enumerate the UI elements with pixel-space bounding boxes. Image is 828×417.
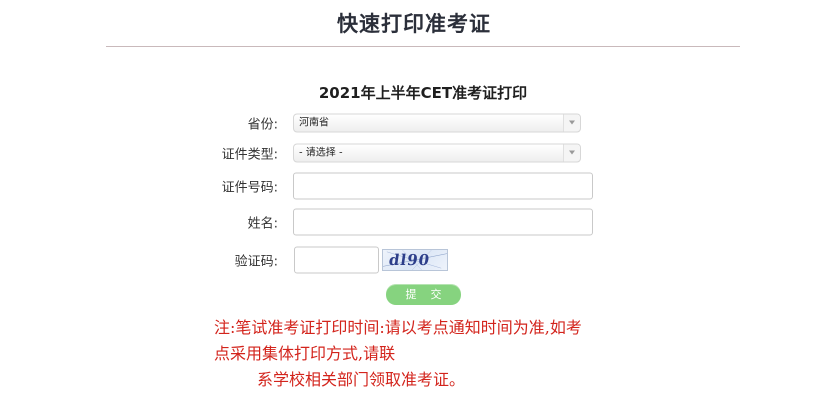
page-title: 快速打印准考证: [337, 12, 491, 36]
name-row: 姓名:: [0, 207, 828, 237]
title-divider: [106, 46, 740, 47]
notice-text: 注:笔试准考证打印时间:请以考点通知时间为准,如考 点采用集体打印方式,请联 系…: [214, 315, 684, 393]
id-number-input[interactable]: [293, 172, 593, 200]
id-number-label: 证件号码:: [221, 180, 278, 196]
form-title: 2021年上半年CET准考证打印: [318, 84, 528, 102]
name-label: 姓名:: [247, 216, 278, 232]
captcha-label: 验证码:: [234, 254, 278, 270]
submit-button[interactable]: 提交: [386, 284, 461, 305]
id-type-label: 证件类型:: [221, 147, 278, 163]
notice-line-3: 系学校相关部门领取准考证。: [257, 370, 466, 389]
province-select[interactable]: 河南省: [293, 113, 581, 133]
province-select-value: 河南省: [299, 117, 329, 129]
chevron-down-icon: [563, 144, 580, 162]
province-row: 省份: 河南省: [0, 108, 828, 138]
province-label: 省份:: [247, 117, 278, 133]
chevron-down-icon: [563, 114, 580, 132]
notice-line-1: 注:笔试准考证打印时间:请以考点通知时间为准,如考: [214, 318, 582, 337]
id-number-row: 证件号码:: [0, 171, 828, 201]
id-type-select-value: - 请选择 -: [299, 147, 343, 159]
captcha-row: 验证码: dl90: [0, 245, 828, 275]
name-input[interactable]: [293, 208, 593, 236]
id-type-row: 证件类型: - 请选择 -: [0, 138, 828, 168]
captcha-text: dl90: [387, 251, 432, 269]
captcha-input[interactable]: [294, 246, 379, 274]
id-type-select[interactable]: - 请选择 -: [293, 143, 581, 163]
captcha-image[interactable]: dl90: [382, 249, 448, 271]
notice-line-2: 点采用集体打印方式,请联: [214, 344, 396, 363]
